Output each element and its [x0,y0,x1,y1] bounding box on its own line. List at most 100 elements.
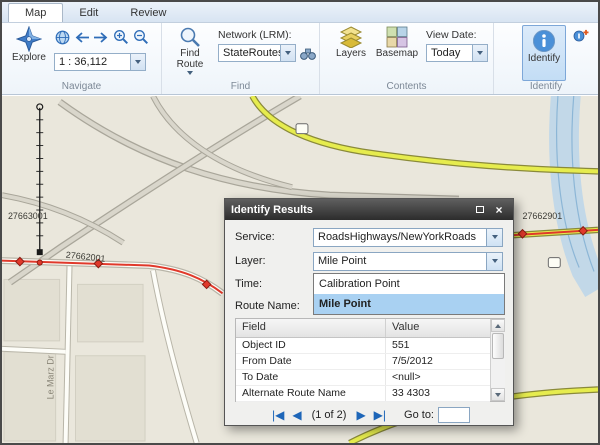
route-id-label-left: 27663001 [8,211,48,221]
group-navigate: Explore 1 : 36,112 Navigate [2,23,162,94]
view-date-combobox[interactable]: Today [426,44,488,62]
scroll-up-button[interactable] [491,319,505,332]
identify-button[interactable]: Identify [522,25,566,81]
group-contents: Layers Basemap View Date: Today Contents [320,23,494,94]
value-cell: <null> [386,370,490,385]
last-page-button[interactable]: ▶| [374,408,386,422]
chevron-down-icon [135,60,141,64]
network-dropdown-button[interactable] [280,45,295,61]
view-date-label: View Date: [426,29,477,41]
binoculars-icon[interactable] [299,45,316,62]
basemap-label: Basemap [376,48,418,59]
tab-map[interactable]: Map [8,3,63,22]
column-header-value: Value [386,319,490,337]
layer-combobox[interactable]: Mile Point [313,252,503,271]
layer-dropdown-list: Calibration Point Mile Point [313,273,505,315]
page-indicator: (1 of 2) [312,409,347,421]
explore-label: Explore [12,52,46,63]
dialog-title: Identify Results [231,204,313,216]
service-label: Service: [235,231,313,243]
maximize-icon [476,206,484,213]
layer-dropdown-button[interactable] [486,253,502,270]
layer-value: Mile Point [318,255,366,267]
identify-results-dialog: Identify Results × Service: RoadsHighway… [224,198,514,426]
ribbon-tab-bar: Map Edit Review [2,2,598,23]
dialog-title-bar[interactable]: Identify Results × [225,199,513,220]
dropdown-option-mile-point[interactable]: Mile Point [314,294,504,314]
zoom-in-icon[interactable] [112,28,129,45]
table-row: Object ID 551 [236,338,490,354]
find-route-label-2: Route [177,59,204,70]
explore-button[interactable]: Explore [7,26,51,80]
table-header-row: Field Value [236,319,490,338]
tab-review[interactable]: Review [114,4,182,22]
attribute-table: Field Value Object ID 551 From Date 7/5/… [235,318,505,402]
chevron-down-icon [187,71,193,75]
view-date-dropdown-button[interactable] [472,45,487,61]
basemap-button[interactable]: Basemap [374,26,420,80]
network-lrm-combobox[interactable]: StateRoutes [218,44,296,62]
chevron-down-icon [285,51,291,55]
dropdown-option-calibration-point[interactable]: Calibration Point [314,274,504,294]
map-scale-combobox[interactable]: 1 : 36,112 [54,53,146,71]
application-window: Map Edit Review Explore [0,0,600,445]
table-row: Alternate Route Name 33 4303 [236,386,490,402]
scroll-down-button[interactable] [491,388,505,401]
zoom-out-icon[interactable] [132,28,149,45]
service-value: RoadsHighways/NewYorkRoads [318,231,476,243]
group-label-contents: Contents [320,81,493,92]
group-label-find: Find [162,81,319,92]
value-cell: 7/5/2012 [386,354,490,369]
route-name-label: Route Name: [235,300,313,312]
chevron-down-icon [477,51,483,55]
ribbon: Explore 1 : 36,112 Navigate [2,23,598,95]
first-page-button[interactable]: |◀ [272,408,284,422]
view-date-value: Today [431,47,460,59]
close-button[interactable]: × [491,203,507,217]
find-route-magnifier-icon [179,26,201,48]
field-cell: From Date [236,354,386,369]
previous-extent-arrow-icon[interactable] [74,29,91,46]
next-page-button[interactable]: ▶ [356,408,365,422]
network-lrm-label: Network (LRM): [218,29,292,41]
layers-label: Layers [336,48,366,59]
group-identify: Identify Identify [494,23,598,94]
group-find: Find Route Network (LRM): StateRoutes Fi… [162,23,320,94]
triangle-up-icon [495,324,501,328]
column-header-field: Field [236,319,386,337]
find-route-button[interactable]: Find Route [170,26,210,82]
identify-plus-icon[interactable] [572,27,589,44]
full-extent-globe-icon[interactable] [54,29,71,46]
value-cell: 33 4303 [386,386,490,401]
identify-info-icon [532,29,556,53]
compass-explore-icon [16,26,42,52]
scrollbar-thumb[interactable] [492,333,504,359]
identify-button-label: Identify [528,53,560,64]
map-scale-value: 1 : 36,112 [59,56,107,68]
field-cell: Object ID [236,338,386,353]
layers-icon [339,26,363,48]
service-dropdown-button[interactable] [486,229,502,246]
group-label-navigate: Navigate [2,81,161,92]
network-lrm-value: StateRoutes [223,47,284,59]
field-cell: To Date [236,370,386,385]
layers-button[interactable]: Layers [330,26,372,80]
route-id-label-right: 27662901 [523,211,563,221]
next-extent-arrow-icon[interactable] [92,29,109,46]
table-row: From Date 7/5/2012 [236,354,490,370]
previous-page-button[interactable]: ◀ [292,408,301,422]
goto-label: Go to: [404,409,434,421]
goto-page-input[interactable] [438,407,470,423]
layer-label: Layer: [235,255,313,267]
maximize-button[interactable] [472,203,488,217]
street-name-label: Le Marz Dr [46,355,56,399]
scale-dropdown-button[interactable] [130,54,145,70]
time-label: Time: [235,278,313,290]
service-combobox[interactable]: RoadsHighways/NewYorkRoads [313,228,503,247]
table-row: To Date <null> [236,370,490,386]
chevron-down-icon [492,259,498,263]
chevron-down-icon [492,235,498,239]
pagination-bar: |◀ ◀ (1 of 2) ▶ ▶| Go to: [225,405,513,425]
table-scrollbar[interactable] [490,319,505,401]
tab-edit[interactable]: Edit [63,4,114,22]
